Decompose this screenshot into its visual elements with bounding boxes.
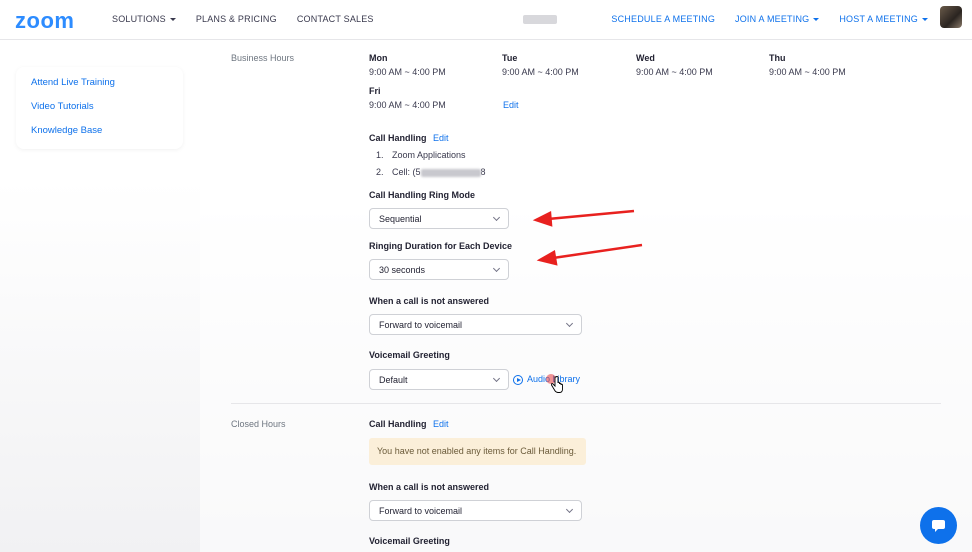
call-handling-item-2-number: 2. (376, 167, 384, 177)
nav-solutions-label: SOLUTIONS (112, 14, 166, 24)
chevron-down-icon (492, 374, 501, 383)
nav-host-meeting-label: HOST A MEETING (839, 14, 918, 24)
nav-schedule-meeting[interactable]: SCHEDULE A MEETING (611, 14, 715, 24)
voicemail-greeting-label: Voicemail Greeting (369, 350, 450, 360)
voicemail-greeting-select[interactable]: Default (369, 369, 509, 390)
call-handling-notice: You have not enabled any items for Call … (369, 438, 586, 465)
hours-wed: 9:00 AM ~ 4:00 PM (636, 67, 713, 77)
play-icon (513, 374, 523, 385)
voicemail-greeting-value: Default (379, 375, 408, 385)
edit-call-handling-link[interactable]: Edit (433, 133, 449, 143)
main-panel (200, 40, 972, 552)
chevron-down-icon (565, 319, 574, 328)
business-hours-label: Business Hours (231, 53, 295, 63)
section-divider (231, 403, 941, 404)
not-answered-select[interactable]: Forward to voicemail (369, 314, 582, 335)
ring-duration-select[interactable]: 30 seconds (369, 259, 509, 280)
nav-join-meeting-label: JOIN A MEETING (735, 14, 810, 24)
hours-thu: 9:00 AM ~ 4:00 PM (769, 67, 846, 77)
chat-button[interactable] (920, 507, 957, 544)
redacted-number (420, 168, 481, 177)
chat-bubble-icon (932, 520, 945, 532)
closed-not-answered-label: When a call is not answered (369, 482, 490, 492)
closed-call-handling-title: Call Handling (369, 419, 427, 429)
ring-duration-value: 30 seconds (379, 265, 426, 275)
hand-cursor-icon (551, 376, 563, 393)
nav-host-meeting[interactable]: HOST A MEETING (839, 14, 928, 24)
ring-mode-select[interactable]: Sequential (369, 208, 509, 229)
edit-hours-link[interactable]: Edit (503, 100, 519, 110)
nav-contact-sales[interactable]: CONTACT SALES (297, 14, 374, 24)
avatar[interactable] (940, 6, 962, 28)
nav-right: SCHEDULE A MEETING JOIN A MEETING HOST A… (611, 14, 928, 24)
call-handling-item-2-suffix: 8 (480, 167, 486, 177)
chevron-down-icon (813, 18, 820, 22)
chevron-down-icon (169, 18, 176, 22)
day-mon: Mon (369, 53, 388, 63)
call-handling-item-1: Zoom Applications (392, 150, 466, 160)
nav-left: SOLUTIONS PLANS & PRICING CONTACT SALES (112, 14, 374, 24)
closed-voicemail-greeting-label: Voicemail Greeting (369, 536, 450, 546)
hours-mon: 9:00 AM ~ 4:00 PM (369, 67, 446, 77)
nav-plans-pricing[interactable]: PLANS & PRICING (196, 14, 277, 24)
not-answered-value: Forward to voicemail (379, 320, 463, 330)
call-handling-item-2-label: Cell: (5 (392, 167, 421, 177)
chevron-down-icon (922, 18, 928, 22)
hours-fri: 9:00 AM ~ 4:00 PM (369, 100, 446, 110)
nav-solutions[interactable]: SOLUTIONS (112, 14, 176, 24)
call-handling-item-2: Cell: (5 8 (392, 167, 486, 177)
closed-edit-call-handling-link[interactable]: Edit (433, 419, 449, 429)
top-nav: zoom SOLUTIONS PLANS & PRICING CONTACT S… (0, 0, 972, 40)
closed-hours-label: Closed Hours (231, 419, 286, 429)
not-answered-label: When a call is not answered (369, 296, 490, 306)
sidebar: Attend Live Training Video Tutorials Kno… (16, 67, 183, 149)
ring-duration-label: Ringing Duration for Each Device (369, 241, 513, 251)
ring-mode-label: Call Handling Ring Mode (369, 190, 475, 200)
sidebar-item-video-tutorials[interactable]: Video Tutorials (31, 101, 168, 112)
hours-tue: 9:00 AM ~ 4:00 PM (502, 67, 579, 77)
chevron-down-icon (565, 505, 574, 514)
day-thu: Thu (769, 53, 786, 63)
day-tue: Tue (502, 53, 518, 63)
zoom-logo[interactable]: zoom (15, 8, 74, 34)
nav-join-meeting[interactable]: JOIN A MEETING (735, 14, 820, 24)
sidebar-item-knowledge-base[interactable]: Knowledge Base (31, 125, 168, 136)
redacted-text (523, 15, 557, 24)
ring-mode-value: Sequential (379, 214, 422, 224)
chevron-down-icon (492, 213, 501, 222)
chevron-down-icon (492, 264, 501, 273)
call-handling-title: Call Handling (369, 133, 427, 143)
call-handling-item-1-number: 1. (376, 150, 384, 160)
closed-not-answered-select[interactable]: Forward to voicemail (369, 500, 582, 521)
day-wed: Wed (636, 53, 655, 63)
day-fri: Fri (369, 86, 381, 96)
closed-not-answered-value: Forward to voicemail (379, 506, 463, 516)
sidebar-item-attend-live-training[interactable]: Attend Live Training (31, 77, 168, 88)
